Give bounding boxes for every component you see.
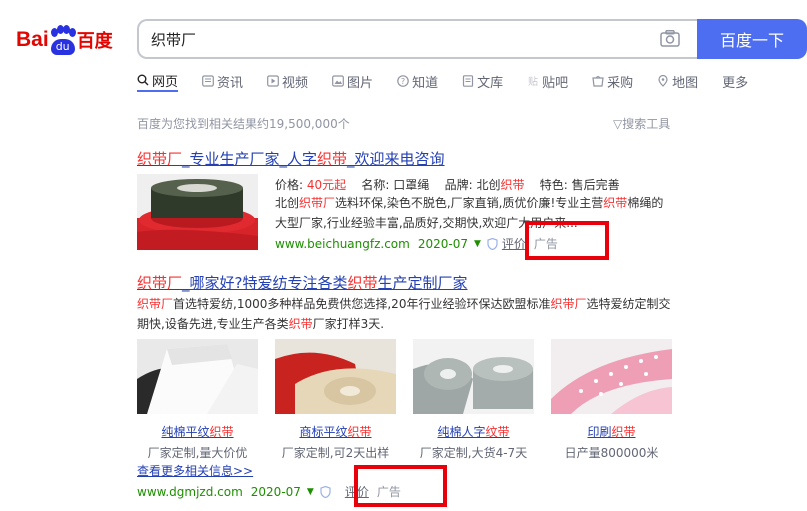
purchase-icon — [592, 76, 604, 87]
tab-news[interactable]: 资讯 — [202, 70, 243, 92]
tab-purchase[interactable]: 采购 — [592, 70, 633, 92]
news-icon — [202, 75, 214, 87]
tab-label: 采购 — [607, 75, 634, 91]
result2-image-2[interactable] — [275, 339, 396, 414]
logo-bai-text: Bai — [16, 28, 49, 51]
tab-zhidao[interactable]: ? 知道 — [397, 70, 438, 92]
search-icon — [137, 74, 149, 86]
item-desc: 日产量800000米 — [564, 446, 659, 460]
tab-video[interactable]: 视频 — [267, 70, 308, 92]
tab-more[interactable]: 更多 — [722, 70, 748, 92]
pink-dotted-ribbon-image — [551, 339, 672, 414]
image-icon — [332, 75, 344, 87]
tab-label: 图片 — [347, 75, 374, 91]
tab-tieba[interactable]: 贴 贴吧 — [527, 70, 568, 92]
tab-label: 地图 — [672, 75, 699, 91]
search-button[interactable]: 百度一下 — [697, 19, 807, 59]
search-box — [137, 19, 699, 59]
white-ribbon-image — [137, 339, 258, 414]
camera-icon[interactable] — [660, 30, 680, 47]
tab-map[interactable]: 地图 — [657, 70, 698, 92]
document-icon — [462, 75, 474, 87]
tab-label: 视频 — [282, 75, 309, 91]
search-tools-button[interactable]: ▽搜索工具 — [613, 115, 670, 132]
result1-url-row: www.beichuangfz.com 2020-07 ▼ 评价 广告 — [275, 235, 558, 252]
result2-image-4[interactable] — [551, 339, 672, 414]
item-label[interactable]: 纯棉人字纹带 — [413, 423, 534, 440]
annotation-box-2 — [354, 465, 447, 507]
tab-label: 文库 — [477, 75, 504, 91]
tab-wenku[interactable]: 文库 — [462, 70, 503, 92]
chevron-down-icon[interactable]: ▼ — [474, 239, 481, 249]
result1-review-link[interactable]: 评价 — [502, 235, 526, 252]
shield-icon[interactable] — [487, 237, 498, 250]
result2-description: 织带厂首选特爱纺,1000多种样品免费供您选择,20年行业经验环保达欧盟标准织带… — [137, 297, 671, 331]
item-label[interactable]: 纯棉平纹织带 — [137, 423, 258, 440]
item-desc: 厂家定制,大货4-7天 — [419, 446, 528, 460]
shield-icon[interactable] — [320, 485, 331, 498]
result1-url[interactable]: www.beichuangfz.com — [275, 237, 410, 251]
result2-item-1[interactable]: 纯棉平纹织带 厂家定制,量大价优 — [137, 423, 258, 461]
item-desc: 厂家定制,量大价优 — [147, 446, 248, 460]
result2-date: 2020-07 — [250, 484, 301, 499]
tab-image[interactable]: 图片 — [332, 70, 373, 92]
tab-label: 贴吧 — [542, 75, 569, 91]
logo-cn-text: 百度 — [76, 31, 113, 52]
search-tabs: 网页 资讯 视频 图片 ? 知道 文库 贴 贴吧 采购 地图 更多 — [137, 70, 772, 94]
result1-title[interactable]: 织带厂_专业生产厂家_人字织带_欢迎来电咨询 — [137, 148, 445, 169]
video-icon — [267, 75, 279, 87]
search-tools-label: 搜索工具 — [622, 117, 671, 131]
filter-icon: ▽ — [613, 117, 623, 131]
beige-red-ribbon-image — [275, 339, 396, 414]
item-label[interactable]: 商标平纹织带 — [275, 423, 396, 440]
tab-web[interactable]: 网页 — [137, 70, 179, 92]
tab-label: 更多 — [722, 75, 749, 91]
annotation-box-1 — [525, 221, 609, 260]
baidu-logo[interactable]: Bai du 百度 — [16, 20, 113, 60]
grey-ribbon-image — [413, 339, 534, 414]
result2-title[interactable]: 织带厂_哪家好?特爱纺专注各类织带生产定制厂家 — [137, 272, 468, 293]
question-icon: ? — [397, 75, 409, 87]
result1-meta: 价格: 40元起 名称: 口罩绳 品牌: 北创织带 特色: 售后完善 — [275, 178, 620, 192]
ribbon-spools-image — [137, 174, 258, 250]
item-label[interactable]: 印刷织带 — [551, 423, 672, 440]
result1-date: 2020-07 — [417, 236, 468, 251]
result2-url[interactable]: www.dgmjzd.com — [137, 485, 243, 499]
result2-item-4[interactable]: 印刷织带 日产量800000米 — [551, 423, 672, 461]
svg-text:贴: 贴 — [528, 75, 538, 87]
result1-description: 北创织带厂选料环保,染色不脱色,厂家直销,质优价廉!专业主营织带棉绳的大型厂家,… — [275, 196, 664, 230]
result2-more-link[interactable]: 查看更多相关信息>> — [137, 462, 253, 479]
tab-label: 资讯 — [217, 75, 244, 91]
item-desc: 厂家定制,可2天出样 — [281, 446, 390, 460]
result-count: 百度为您找到相关结果约19,500,000个 — [137, 117, 350, 131]
svg-text:?: ? — [401, 77, 405, 86]
search-input[interactable] — [151, 21, 631, 57]
map-icon — [658, 75, 668, 87]
tab-label: 知道 — [412, 75, 439, 91]
result2-item-3[interactable]: 纯棉人字纹带 厂家定制,大货4-7天 — [413, 423, 534, 461]
result1-thumbnail[interactable] — [137, 174, 258, 250]
result2-image-1[interactable] — [137, 339, 258, 414]
tieba-icon: 贴 — [528, 75, 538, 87]
paw-icon: du — [50, 25, 76, 55]
tab-label: 网页 — [152, 74, 179, 90]
result2-image-3[interactable] — [413, 339, 534, 414]
chevron-down-icon[interactable]: ▼ — [307, 487, 314, 497]
result2-item-2[interactable]: 商标平纹织带 厂家定制,可2天出样 — [275, 423, 396, 461]
